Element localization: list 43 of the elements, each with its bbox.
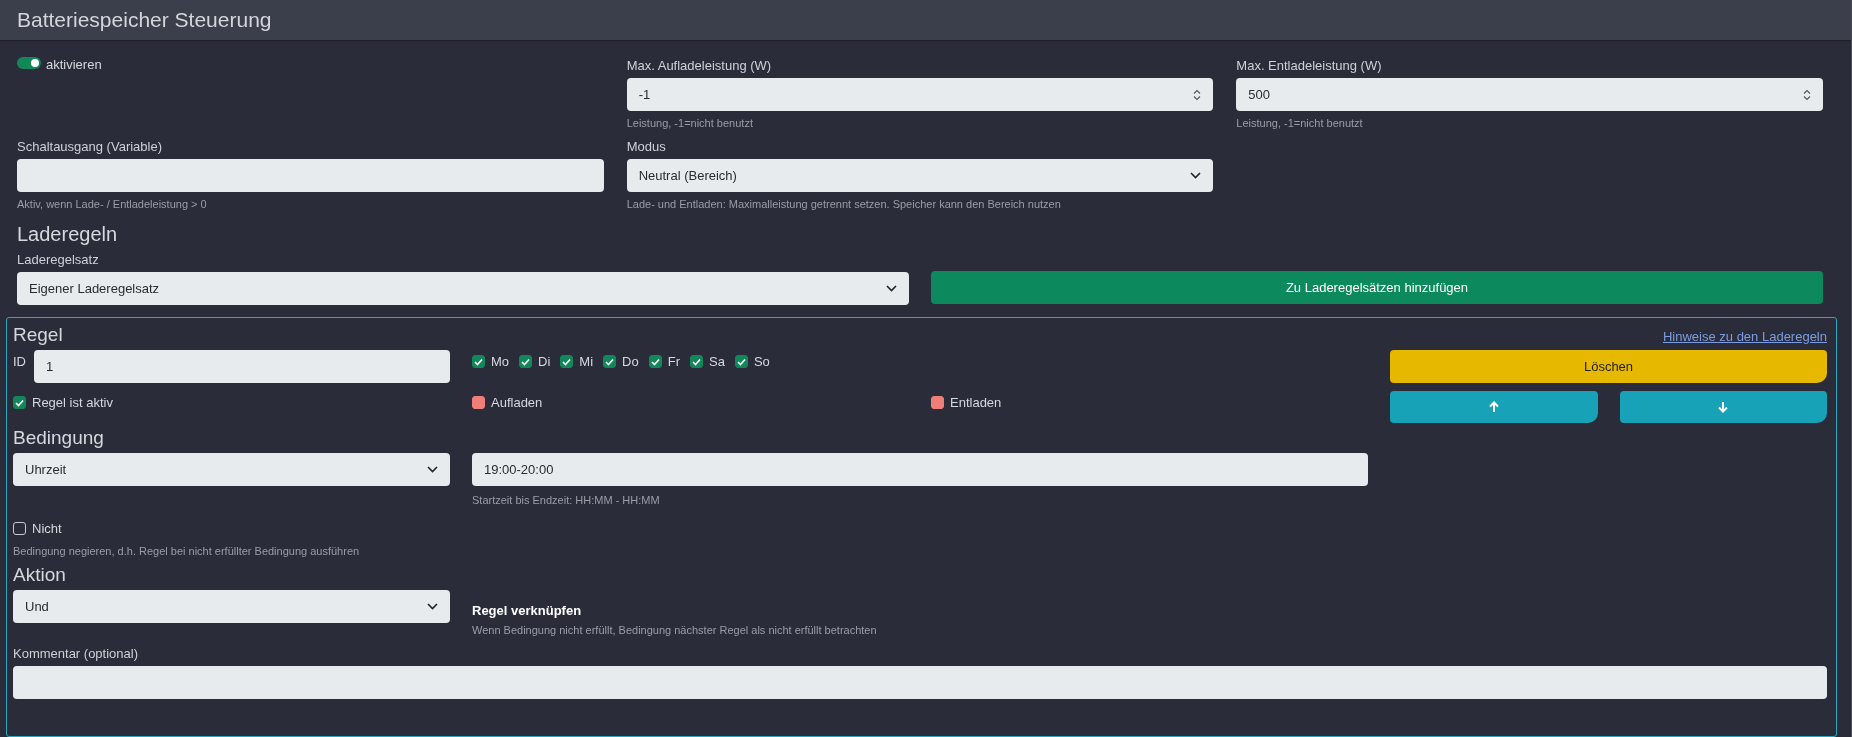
checkbox-label: Mo <box>491 354 510 369</box>
checkbox-label: Mi <box>579 354 594 369</box>
checkbox-label: So <box>753 354 770 369</box>
field-label: Regel verknüpfen <box>472 603 582 618</box>
number-input[interactable]: -1 <box>626 78 1214 111</box>
toggle-label: aktivieren <box>46 57 102 72</box>
select-dropdown[interactable]: Neutral (Bereich) <box>626 159 1214 192</box>
add-button[interactable]: Zu Laderegelsätzen hinzufügen <box>931 271 1823 304</box>
select-dropdown[interactable]: Uhrzeit <box>13 453 450 486</box>
time-input[interactable]: 19:00-20:00 <box>472 453 1368 486</box>
help-text: Aktiv, wenn Lade- / Entladeleistung > 0 <box>17 198 208 211</box>
id-input[interactable]: 1 <box>34 350 450 383</box>
help-text: Lade- und Entladen: Maximalleistung getrennt setzen. Speicher kann den Bereich nutzen <box>626 198 1062 211</box>
help-text: Wenn Bedingung nicht erfüllt, Bedingung nächster Regel als nicht erfüllt betrachten <box>472 624 877 637</box>
field-label: Kommentar (optional) <box>13 646 139 661</box>
field-label: Max. Aufladeleistung (W) <box>626 58 773 73</box>
checkbox-label: Entladen <box>950 395 1002 410</box>
number-input[interactable]: 500 <box>1236 78 1823 111</box>
section-heading: Aktion <box>13 564 67 586</box>
field-label: ID <box>13 353 26 369</box>
checkbox-label: Aufladen <box>491 395 543 410</box>
field-label: Schaltausgang (Variable) <box>17 139 163 154</box>
field-label: Modus <box>626 139 667 154</box>
section-heading: Laderegeln <box>17 223 119 246</box>
section-heading: Regel <box>13 324 63 346</box>
select-dropdown[interactable]: Und <box>13 590 450 623</box>
checkbox-label: Do <box>622 354 639 369</box>
select-dropdown[interactable]: Eigener Laderegelsatz <box>17 272 909 305</box>
checkbox-label: Fr <box>667 354 680 369</box>
checkbox-label: Nicht <box>32 521 62 536</box>
delete-button[interactable]: Löschen <box>1390 350 1827 383</box>
checkbox-label: Sa <box>708 354 725 369</box>
checkbox-label: Di <box>538 354 551 369</box>
help-text: Startzeit bis Endzeit: HH:MM - HH:MM <box>472 494 661 507</box>
help-text: Bedingung negieren, d.h. Regel bei nicht erfüllter Bedingung ausführen <box>13 545 361 558</box>
field-label: Max. Entladeleistung (W) <box>1236 58 1383 73</box>
help-link[interactable]: Hinweise zu den Laderegeln <box>1662 328 1827 344</box>
help-text: Leistung, -1=nicht benutzt <box>1236 117 1364 130</box>
checkbox-label: Regel ist aktiv <box>32 395 113 410</box>
section-heading: Bedingung <box>13 427 105 449</box>
field-label: Laderegelsatz <box>17 252 100 267</box>
help-text: Leistung, -1=nicht benutzt <box>626 117 754 130</box>
page-title: Batteriespeicher Steuerung <box>17 8 272 32</box>
